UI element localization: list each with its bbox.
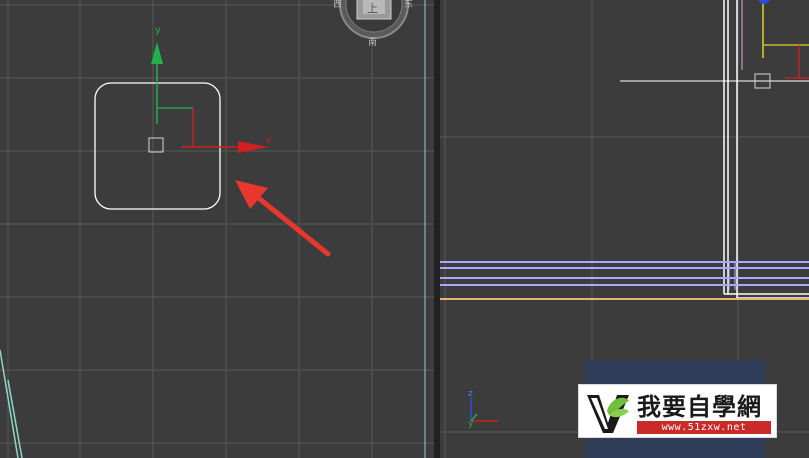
watermark-url-text: www.51zxw.net xyxy=(637,421,771,434)
axis-tripod xyxy=(470,397,498,422)
perspective-lines xyxy=(0,349,23,458)
gizmo-front[interactable] xyxy=(758,0,809,79)
annotation-arrow xyxy=(235,180,331,257)
viewport-top[interactable]: y x 上 南 西 东 xyxy=(0,0,434,458)
viewcube-south-label: 南 xyxy=(368,36,377,48)
3ds-max-workspace: y x 上 南 西 东 z y 我要自學網 www.51zxw.net xyxy=(0,0,809,458)
highlight-lines xyxy=(440,261,809,286)
gizmo-y-label: y xyxy=(155,25,161,36)
viewcube-east-label: 东 xyxy=(404,0,413,10)
axis-tripod-y-label: y xyxy=(468,419,474,429)
viewport-top-canvas[interactable]: y x 上 南 西 东 xyxy=(0,0,434,458)
gizmo-x-axis[interactable] xyxy=(181,108,268,153)
watermark-brand-text: 我要自學網 xyxy=(637,393,762,421)
viewcube-top-face-label: 上 xyxy=(367,2,378,15)
viewport-grid xyxy=(0,0,434,458)
v-leaf-logo-icon xyxy=(587,395,629,433)
gizmo-x-label: x xyxy=(266,136,272,146)
watermark-logo: 我要自學網 www.51zxw.net xyxy=(578,384,777,438)
axis-tripod-z-label: z xyxy=(468,389,473,399)
pivot-point-icon[interactable] xyxy=(148,137,164,153)
viewcube-west-label: 西 xyxy=(333,0,342,10)
